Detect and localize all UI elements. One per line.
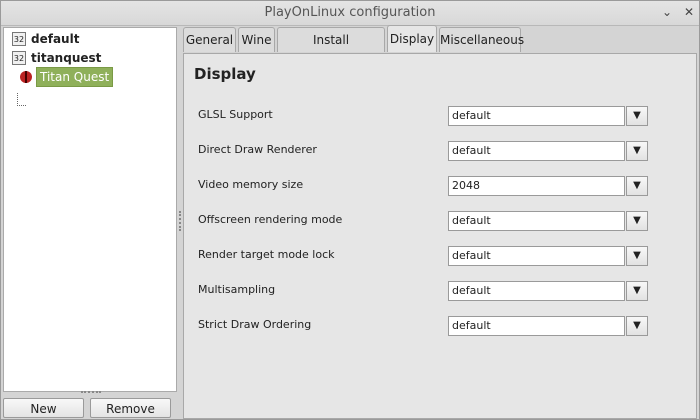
dropdown-arrow-icon[interactable]: ▼ [626,176,648,196]
tab-miscellaneous[interactable]: Miscellaneous [439,27,524,52]
video-memory-size-label: Video memory size [198,178,304,191]
select-value[interactable]: default [448,246,625,266]
select-value[interactable]: default [448,211,625,231]
minimize-icon[interactable]: ⌄ [659,4,675,20]
glsl-support-select[interactable]: default ▼ [448,106,648,126]
dropdown-arrow-icon[interactable]: ▼ [626,141,648,161]
select-value[interactable]: default [448,141,625,161]
tab-install-components[interactable]: Install components [277,27,385,71]
render-target-mode-lock-label: Render target mode lock [198,248,335,261]
strict-draw-ordering-select[interactable]: default ▼ [448,316,648,336]
tree-item-titanquest[interactable]: 32 titanquest [12,49,101,67]
tree-item-label: titanquest [31,51,102,65]
dropdown-arrow-icon[interactable]: ▼ [626,211,648,231]
dropdown-arrow-icon[interactable]: ▼ [626,281,648,301]
ladybug-icon [20,71,32,83]
dropdown-arrow-icon[interactable]: ▼ [626,316,648,336]
direct-draw-renderer-select[interactable]: default ▼ [448,141,648,161]
tree-item-selected-label: Titan Quest [36,67,114,87]
select-value[interactable]: default [448,106,625,126]
dropdown-arrow-icon[interactable]: ▼ [626,106,648,126]
multisampling-label: Multisampling [198,283,276,296]
splitter-handle[interactable] [81,391,101,397]
new-button[interactable]: New [3,398,84,418]
title-bar[interactable]: PlayOnLinux configuration ⌄ ✕ [1,1,699,26]
tab-general[interactable]: General [183,27,236,52]
select-value[interactable]: default [448,281,625,301]
remove-button[interactable]: Remove [90,398,171,418]
tree-item-label: default [31,32,80,46]
strict-draw-ordering-label: Strict Draw Ordering [198,318,312,331]
panel-heading: Display [194,65,256,83]
offscreen-rendering-mode-label: Offscreen rendering mode [198,213,343,226]
window-title: PlayOnLinux configuration [264,5,436,20]
wine-32bit-icon: 32 [12,32,26,46]
config-window: PlayOnLinux configuration ⌄ ✕ 32 default… [0,0,700,420]
select-value[interactable]: 2048 [448,176,625,196]
tree-item-default[interactable]: 32 default [12,30,79,48]
dropdown-arrow-icon[interactable]: ▼ [626,246,648,266]
close-icon[interactable]: ✕ [681,4,697,20]
tree-item-titan-quest[interactable]: Titan Quest [20,67,114,87]
glsl-support-label: GLSL Support [198,108,273,121]
select-value[interactable]: default [448,316,625,336]
offscreen-rendering-mode-select[interactable]: default ▼ [448,211,648,231]
tab-display[interactable]: Display [387,25,437,52]
tab-wine[interactable]: Wine [238,27,275,52]
display-panel: Display GLSL Support default ▼ Direct Dr… [183,53,697,419]
multisampling-select[interactable]: default ▼ [448,281,648,301]
video-memory-size-select[interactable]: 2048 ▼ [448,176,648,196]
tree-branch-line [17,93,26,106]
prefix-tree: 32 default 32 titanquest Titan Quest [3,27,177,392]
render-target-mode-lock-select[interactable]: default ▼ [448,246,648,266]
direct-draw-renderer-label: Direct Draw Renderer [198,143,317,156]
wine-32bit-icon: 32 [12,51,26,65]
